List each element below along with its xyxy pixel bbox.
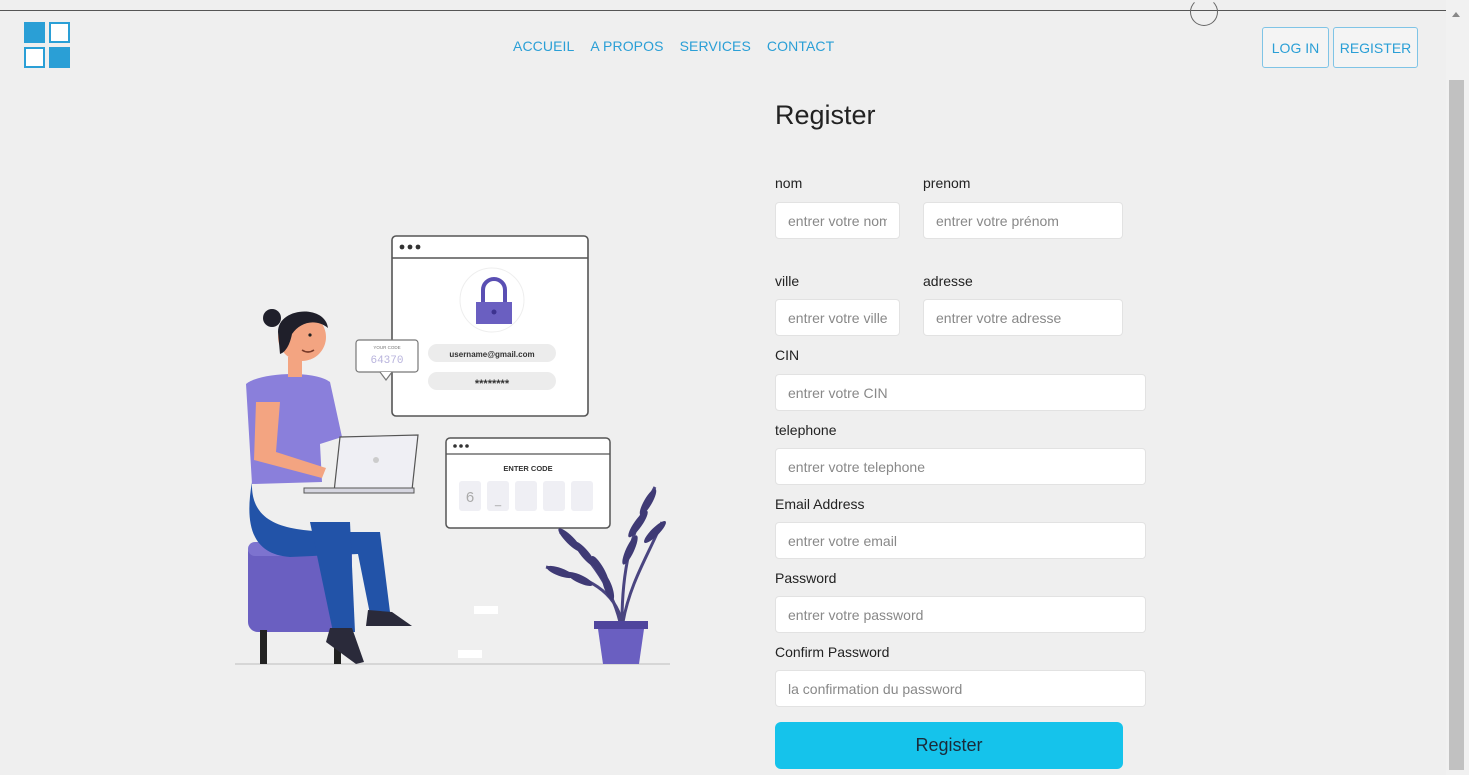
nom-input[interactable]: [775, 202, 900, 239]
illus-password-text: ********: [475, 378, 510, 390]
register-submit-button[interactable]: Register: [775, 722, 1123, 769]
label-nom: nom: [775, 175, 803, 191]
label-prenom: prenom: [923, 175, 971, 191]
scrollbar[interactable]: [1446, 0, 1469, 775]
password-input[interactable]: [775, 596, 1146, 633]
prenom-input[interactable]: [923, 202, 1123, 239]
label-email: Email Address: [775, 496, 865, 512]
login-illustration: username@gmail.com ******** YOUR CODE 64…: [235, 235, 670, 665]
deco-rect: [458, 650, 482, 658]
label-adresse: adresse: [923, 273, 973, 289]
nav-contact[interactable]: CONTACT: [767, 38, 834, 54]
code-cursor-text: _: [494, 495, 502, 507]
scrollbar-thumb[interactable]: [1449, 80, 1464, 770]
code-digit-text: 6: [466, 489, 474, 506]
enter-code-title: ENTER CODE: [503, 464, 552, 473]
scroll-up-icon[interactable]: [1452, 12, 1460, 17]
enter-code-window: ENTER CODE 6 _: [445, 437, 611, 529]
logo-icon[interactable]: [24, 22, 74, 72]
email-input[interactable]: [775, 522, 1146, 559]
telephone-input[interactable]: [775, 448, 1146, 485]
confirm-password-input[interactable]: [775, 670, 1146, 707]
nav-accueil[interactable]: ACCUEIL: [513, 38, 574, 54]
label-ville: ville: [775, 273, 800, 289]
label-telephone: telephone: [775, 422, 837, 438]
login-window: username@gmail.com ********: [391, 235, 589, 417]
deco-rect: [474, 606, 498, 614]
cin-input[interactable]: [775, 374, 1146, 411]
label-confirm-password: Confirm Password: [775, 644, 890, 660]
nav-services[interactable]: SERVICES: [680, 38, 751, 54]
login-button[interactable]: LOG IN: [1262, 27, 1329, 68]
main-nav: ACCUEIL A PROPOS SERVICES CONTACT: [513, 38, 834, 54]
adresse-input[interactable]: [923, 299, 1123, 336]
loading-circle-icon: [1190, 0, 1218, 26]
top-border: [0, 10, 1446, 11]
illus-email-text: username@gmail.com: [449, 350, 534, 359]
code-caption-text: YOUR CODE: [373, 345, 400, 350]
nav-a-propos[interactable]: A PROPOS: [590, 38, 663, 54]
page-title: Register: [775, 100, 876, 130]
label-password: Password: [775, 570, 837, 586]
ville-input[interactable]: [775, 299, 900, 336]
label-cin: CIN: [775, 347, 800, 363]
register-nav-button[interactable]: REGISTER: [1333, 27, 1418, 68]
code-value-text: 64370: [370, 355, 403, 367]
